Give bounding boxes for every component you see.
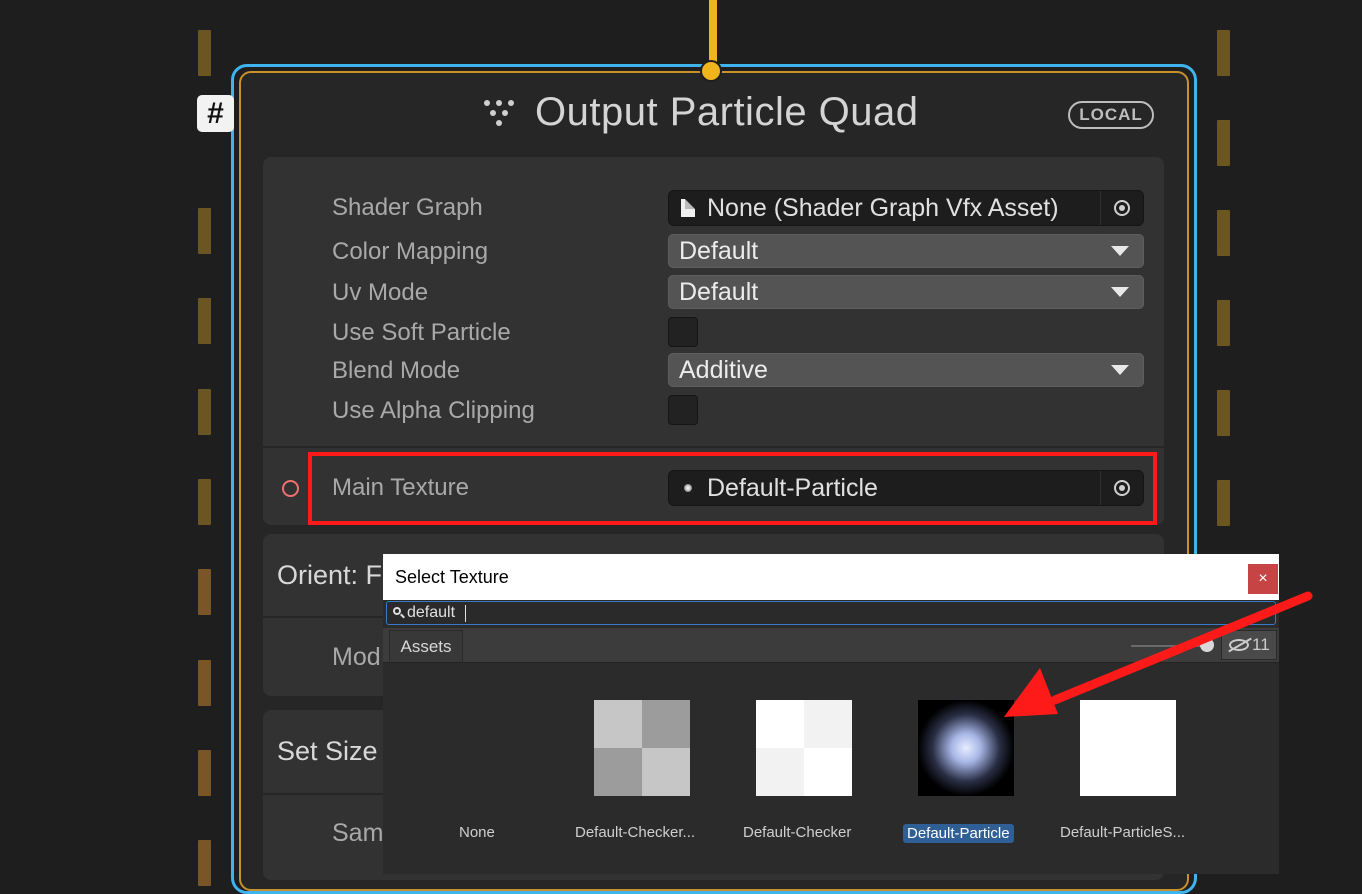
annotation-arrow [1004, 591, 1313, 717]
